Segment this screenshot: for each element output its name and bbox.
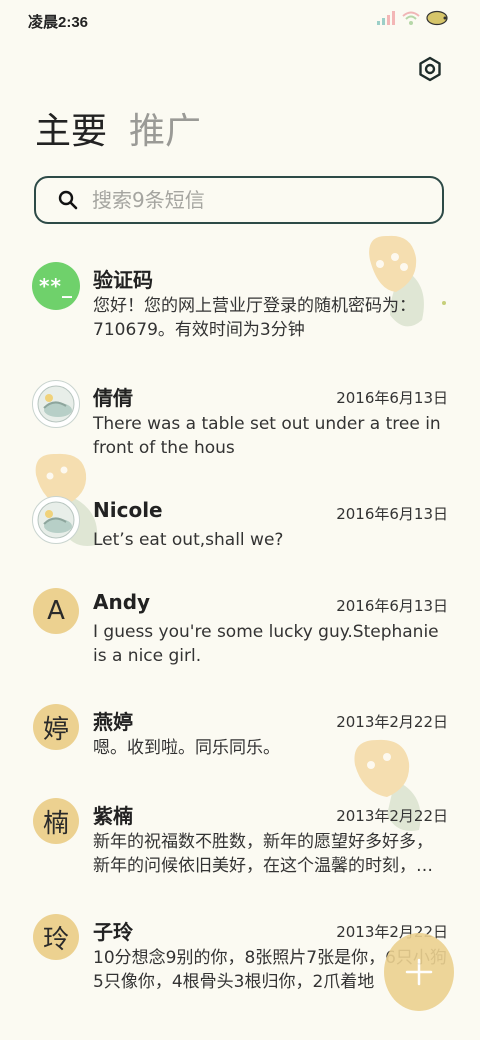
tab-main[interactable]: 主要 bbox=[35, 108, 107, 156]
sender-name: 燕婷 bbox=[93, 710, 133, 734]
sender-name: Andy bbox=[93, 590, 151, 614]
avatar bbox=[32, 496, 80, 544]
avatar: A bbox=[33, 588, 79, 634]
avatar: **_ bbox=[32, 262, 80, 310]
message-item[interactable]: 楠 紫楠 2013年2月22日 新年的祝福数不胜数，新年的愿望好多好多，新年的问… bbox=[0, 788, 480, 888]
sender-name: 子玲 bbox=[93, 920, 133, 944]
message-preview: 新年的祝福数不胜数，新年的愿望好多好多，新年的问候依旧美好，在这个温馨的时刻，… bbox=[93, 832, 433, 876]
message-date: 2016年6月13日 bbox=[336, 389, 448, 407]
search-input[interactable] bbox=[90, 187, 414, 213]
avatar-text: A bbox=[47, 596, 65, 626]
avatar-text: 楠 bbox=[42, 808, 69, 839]
plus-icon bbox=[405, 958, 433, 986]
message-preview: 嗯。收到啦。同乐同乐。 bbox=[93, 738, 280, 758]
avatar: 玲 bbox=[33, 914, 79, 960]
message-item[interactable]: 婷 燕婷 2013年2月22日 嗯。收到啦。同乐同乐。 bbox=[0, 694, 480, 774]
message-preview: I guess you're some lucky guy.Stephanie … bbox=[93, 622, 439, 666]
sender-name: 紫楠 bbox=[93, 804, 133, 828]
message-item[interactable]: 倩倩 2016年6月13日 There was a table set out … bbox=[0, 370, 480, 470]
message-item[interactable]: Nicole 2016年6月13日 Let’s eat out,shall we… bbox=[0, 486, 480, 566]
status-time: 凌晨2:36 bbox=[28, 14, 89, 31]
sender-name: 验证码 bbox=[93, 268, 153, 292]
tab-promotions[interactable]: 推广 bbox=[129, 108, 201, 156]
message-date: 2013年2月22日 bbox=[336, 713, 448, 731]
signal-icon bbox=[377, 11, 395, 25]
gear-icon[interactable] bbox=[416, 55, 444, 83]
status-bar: 凌晨2:36 bbox=[0, 0, 480, 40]
message-item[interactable]: **_ 验证码 您好！您的网上营业厅登录的随机密码为：710679。有效时间为3… bbox=[0, 252, 480, 352]
avatar: 婷 bbox=[33, 704, 79, 750]
landscape-photo-icon bbox=[37, 385, 75, 423]
message-preview: There was a table set out under a tree i… bbox=[93, 414, 441, 458]
avatar-text: 婷 bbox=[42, 714, 69, 745]
compose-button[interactable] bbox=[384, 933, 454, 1011]
message-date: 2016年6月13日 bbox=[336, 505, 448, 523]
avatar: 楠 bbox=[33, 798, 79, 844]
message-item[interactable]: A Andy 2016年6月13日 I guess you're some lu… bbox=[0, 578, 480, 678]
search-icon bbox=[58, 190, 78, 210]
message-date: 2016年6月13日 bbox=[336, 597, 448, 615]
search-box[interactable] bbox=[34, 176, 444, 224]
landscape-photo-icon bbox=[37, 501, 75, 539]
message-preview: Let’s eat out,shall we? bbox=[93, 530, 284, 550]
wifi-icon bbox=[402, 11, 420, 25]
sender-name: 倩倩 bbox=[93, 386, 133, 410]
sender-name: Nicole bbox=[93, 498, 163, 522]
message-date: 2013年2月22日 bbox=[336, 807, 448, 825]
tab-bar: 主要 推广 bbox=[35, 108, 201, 156]
battery-icon bbox=[426, 10, 448, 26]
status-icons bbox=[376, 10, 450, 26]
avatar-text: **_ bbox=[39, 274, 73, 298]
avatar bbox=[32, 380, 80, 428]
message-preview: 您好！您的网上营业厅登录的随机密码为：710679。有效时间为3分钟 bbox=[93, 296, 416, 340]
avatar-text: 玲 bbox=[42, 924, 69, 955]
